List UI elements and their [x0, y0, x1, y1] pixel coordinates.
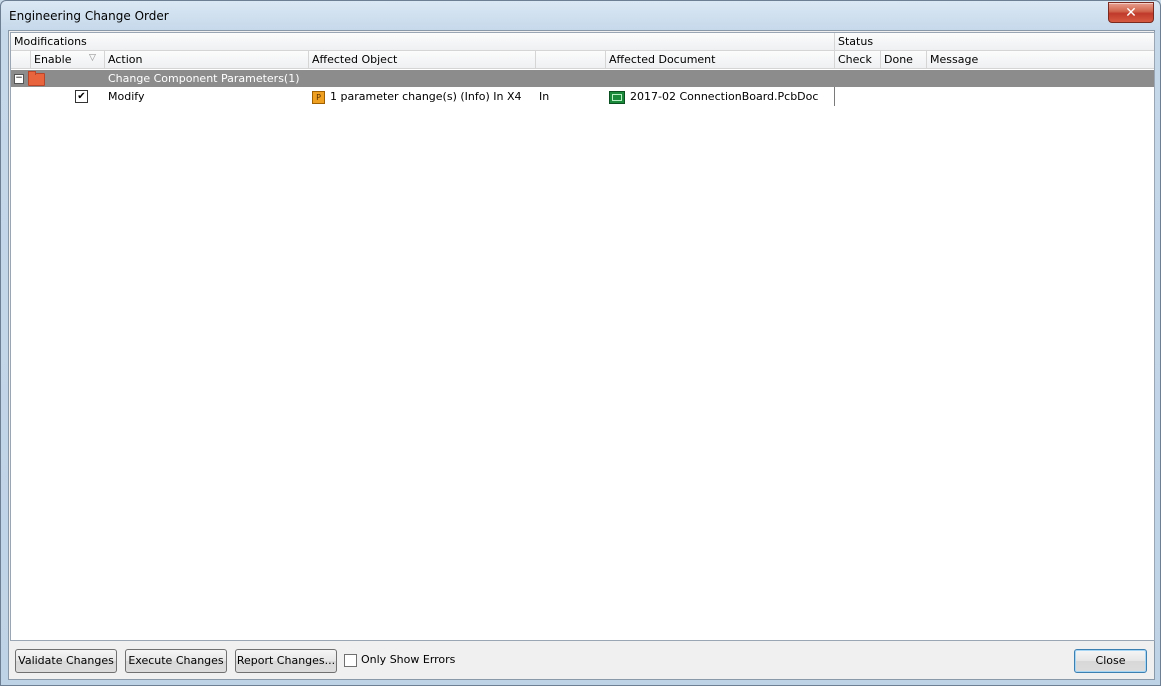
folder-icon	[28, 71, 45, 86]
row-action: Modify	[108, 90, 145, 103]
col-header-relation[interactable]	[536, 51, 606, 68]
dialog-client-area: Modifications Status Enable ▽ Action Aff…	[8, 30, 1155, 680]
window-title: Engineering Change Order	[9, 9, 169, 23]
title-bar: Engineering Change Order ✕	[1, 1, 1160, 31]
close-button[interactable]: Close	[1074, 649, 1147, 673]
enable-checkbox[interactable]: ✔	[75, 90, 88, 103]
pcb-document-icon	[609, 90, 625, 104]
row-affected-document-text: 2017-02 ConnectionBoard.PcbDoc	[630, 90, 819, 103]
col-header-message[interactable]: Message	[927, 51, 1154, 68]
execute-changes-button[interactable]: Execute Changes	[125, 649, 227, 673]
window-close-button[interactable]: ✕	[1108, 2, 1154, 23]
header-modifications: Modifications	[11, 33, 835, 50]
only-show-errors-checkbox[interactable]	[344, 654, 357, 667]
col-header-check[interactable]: Check	[835, 51, 881, 68]
button-bar: Validate Changes Execute Changes Report …	[9, 640, 1154, 679]
collapse-toggle-icon[interactable]: −	[14, 74, 24, 84]
col-header-done[interactable]: Done	[881, 51, 927, 68]
row-relation: In	[539, 90, 550, 103]
table-row[interactable]: ✔ Modify P 1 parameter change(s) (Info) I…	[11, 88, 1154, 105]
only-show-errors-label[interactable]: Only Show Errors	[361, 652, 455, 668]
col-header-affected-document[interactable]: Affected Document	[606, 51, 835, 68]
changes-grid: Modifications Status Enable ▽ Action Aff…	[10, 32, 1155, 641]
group-label: Change Component Parameters(1)	[108, 72, 300, 85]
parameter-icon: P	[312, 90, 325, 104]
header-group-row: Modifications Status	[11, 33, 1154, 51]
report-changes-button[interactable]: Report Changes...	[235, 649, 337, 673]
validate-changes-button[interactable]: Validate Changes	[15, 649, 117, 673]
header-spacer	[11, 51, 31, 68]
sort-filter-icon[interactable]: ▽	[89, 53, 96, 63]
row-affected-object-text: 1 parameter change(s) (Info) In X4	[330, 90, 522, 103]
col-header-enable-label: Enable	[34, 53, 72, 66]
col-header-action[interactable]: Action	[105, 51, 309, 68]
row-affected-object: P 1 parameter change(s) (Info) In X4	[312, 88, 522, 105]
header-status: Status	[838, 35, 874, 48]
eco-dialog: Engineering Change Order ✕ Modifications…	[0, 0, 1161, 686]
status-column-divider	[834, 87, 835, 106]
group-row-change-component-parameters[interactable]: − Change Component Parameters(1)	[11, 70, 1154, 87]
header-columns-row: Enable ▽ Action Affected Object Affected…	[11, 51, 1154, 69]
row-affected-document: 2017-02 ConnectionBoard.PcbDoc	[609, 88, 818, 105]
col-header-affected-object[interactable]: Affected Object	[309, 51, 536, 68]
